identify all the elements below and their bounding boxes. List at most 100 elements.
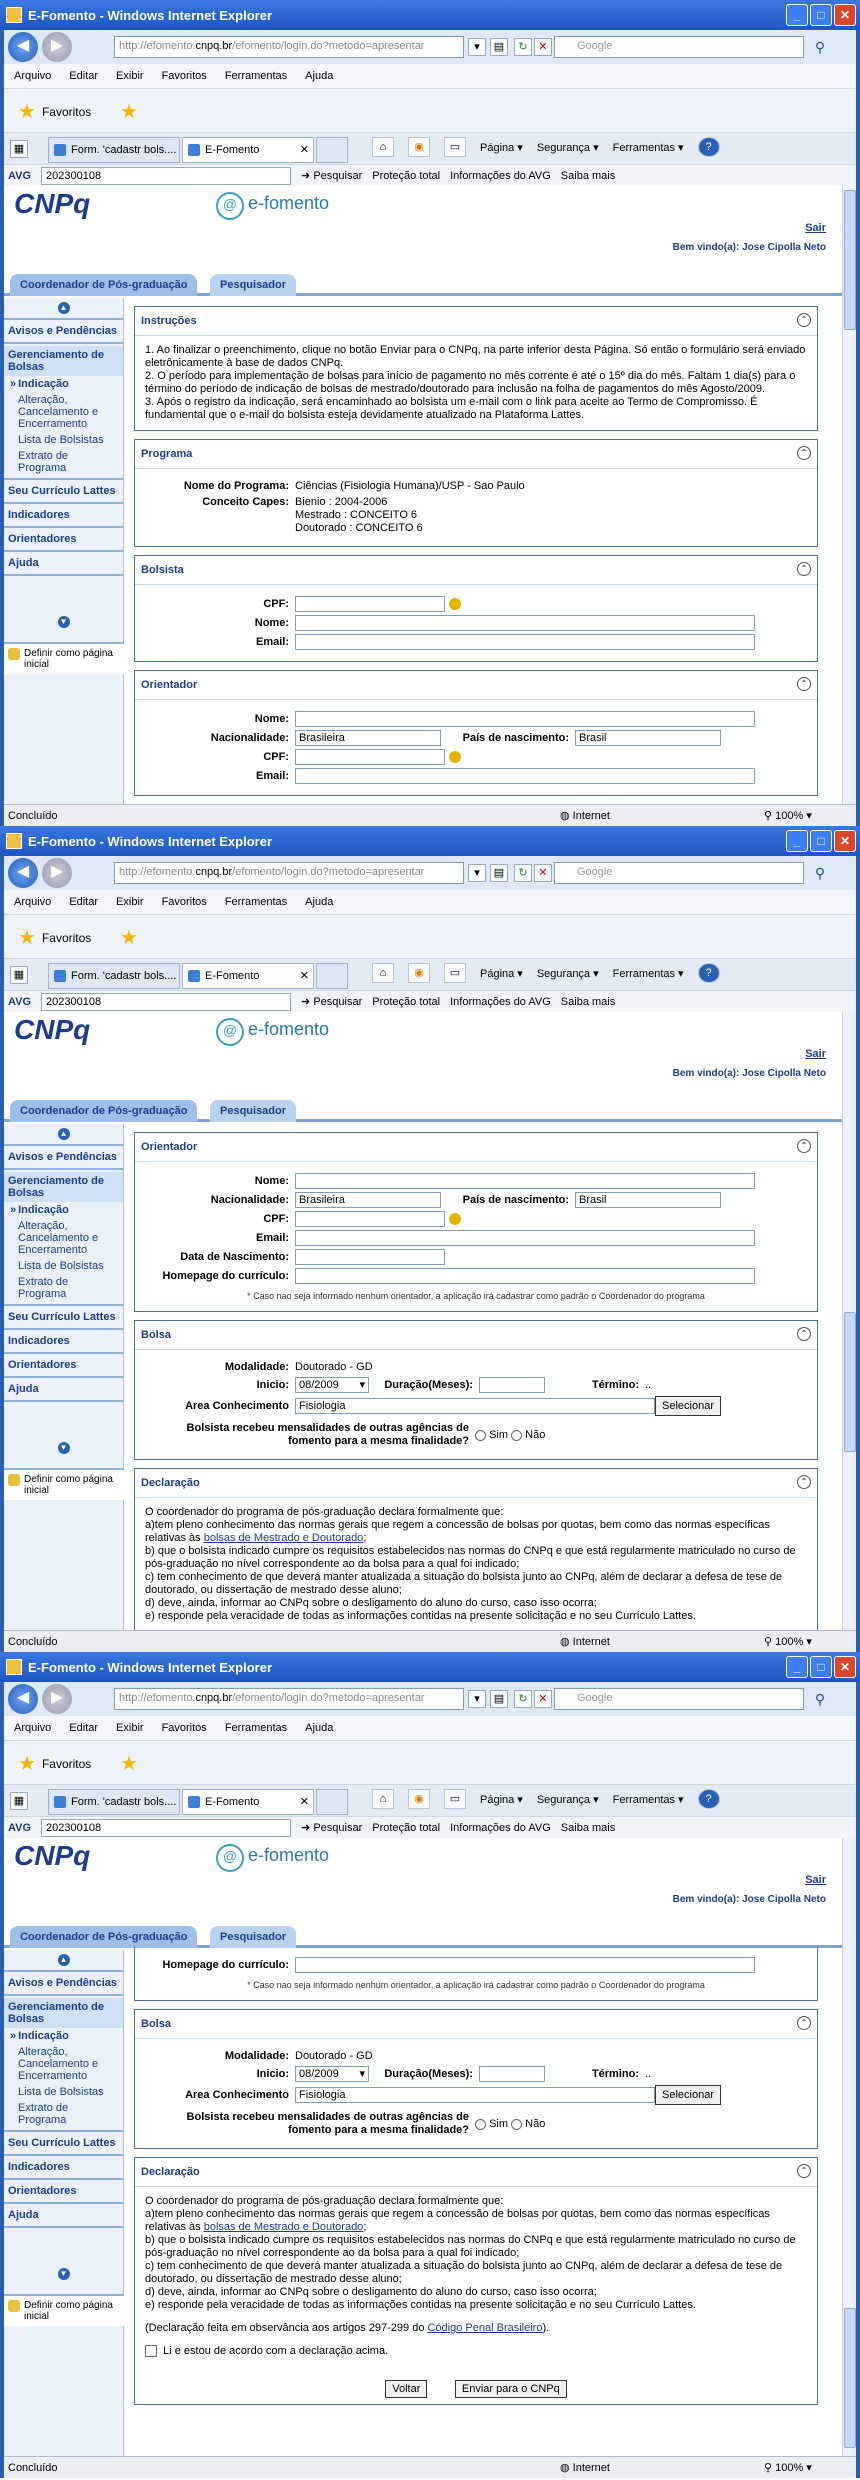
search-icon[interactable]: ⚲: [809, 862, 831, 884]
favorites-button[interactable]: ★ Favoritos: [18, 1751, 91, 1776]
collapse-down-icon[interactable]: ▼: [57, 2268, 70, 2280]
sidebar-item-indicacao[interactable]: Indicação: [4, 376, 123, 392]
sidebar-item-orientadores[interactable]: Orientadores: [4, 1356, 123, 1374]
bolsista-nome-input[interactable]: [295, 615, 755, 631]
avg-protecao-button[interactable]: Proteção total: [372, 170, 440, 182]
orientador-email-input[interactable]: [295, 768, 755, 784]
menu-ferramentas[interactable]: Ferramentas: [225, 1722, 287, 1734]
menu-favoritos[interactable]: Favoritos: [162, 1722, 207, 1734]
menu-editar[interactable]: Editar: [69, 896, 98, 908]
forward-button[interactable]: ▶: [42, 1684, 72, 1714]
duracao-input[interactable]: [479, 1377, 545, 1393]
zoom-control[interactable]: ⚲ 100% ▾: [764, 1635, 812, 1648]
menu-ferramentas-tb[interactable]: Ferramentas ▾: [613, 141, 684, 154]
refresh-icon[interactable]: ↻: [514, 864, 532, 882]
collapse-down-icon[interactable]: ▼: [57, 1442, 70, 1454]
sidebar-item-lista[interactable]: Lista de Bolsistas: [4, 1258, 123, 1274]
tab-efomento[interactable]: E-Fomento ✕: [182, 1789, 314, 1815]
logout-link[interactable]: Sair: [805, 1874, 826, 1886]
stop-icon[interactable]: ✕: [534, 38, 552, 56]
menu-arquivo[interactable]: Arquivo: [14, 70, 51, 82]
dropdown-icon[interactable]: ▾: [468, 1690, 486, 1708]
sidebar-item-curriculo[interactable]: Seu Currículo Lattes: [4, 2134, 123, 2152]
minimize-button[interactable]: _: [786, 1656, 808, 1678]
menu-ajuda[interactable]: Ajuda: [305, 1722, 333, 1734]
area-input[interactable]: Fisiologia: [295, 2087, 655, 2103]
stop-icon[interactable]: ✕: [534, 1690, 552, 1708]
menu-ajuda[interactable]: Ajuda: [305, 896, 333, 908]
collapse-down-icon[interactable]: ▼: [57, 616, 70, 628]
sidebar-item-alteracao[interactable]: Alteração, Cancelamento e Encerramento: [4, 1218, 123, 1258]
sidebar-item-extrato[interactable]: Extrato de Programa: [4, 1274, 123, 1302]
menu-ajuda[interactable]: Ajuda: [305, 70, 333, 82]
sidebar-item-avisos[interactable]: Avisos e Pendências: [4, 1148, 123, 1166]
print-icon[interactable]: ▭: [444, 963, 466, 983]
minimize-button[interactable]: _: [786, 4, 808, 26]
close-tab-icon[interactable]: ✕: [300, 969, 309, 982]
zoom-control[interactable]: ⚲ 100% ▾: [764, 2461, 812, 2474]
tab-pesquisador[interactable]: Pesquisador: [210, 1100, 297, 1122]
forward-button[interactable]: ▶: [42, 858, 72, 888]
radio-nao[interactable]: [511, 1429, 523, 1441]
avg-pesquisar-button[interactable]: ➜ Pesquisar: [301, 1821, 362, 1834]
menu-pagina[interactable]: Página ▾: [480, 967, 523, 980]
set-homepage-link[interactable]: Definir como página inicial: [4, 2294, 124, 2326]
forward-button[interactable]: ▶: [42, 32, 72, 62]
refresh-icon[interactable]: ↻: [514, 38, 532, 56]
radio-nao[interactable]: [511, 2118, 523, 2130]
bolsista-cpf-input[interactable]: [295, 596, 445, 612]
tab-form-cadastr[interactable]: Form. 'cadastr bols....: [48, 963, 180, 989]
collapse-icon[interactable]: ⌃: [797, 313, 811, 327]
vertical-scrollbar[interactable]: [842, 1012, 856, 1630]
collapse-up-icon[interactable]: ▲: [57, 1128, 70, 1140]
menu-seguranca[interactable]: Segurança ▾: [537, 967, 599, 980]
voltar-button[interactable]: Voltar: [385, 2380, 428, 2398]
search-input[interactable]: Google: [554, 36, 804, 58]
tab-efomento[interactable]: E-Fomento ✕: [182, 137, 314, 163]
avg-search-input[interactable]: 202300108: [41, 1818, 292, 1837]
print-icon[interactable]: ▭: [444, 137, 466, 157]
search-input[interactable]: Google: [554, 1688, 804, 1710]
sidebar-item-extrato[interactable]: Extrato de Programa: [4, 2100, 123, 2128]
compat-icon[interactable]: ▤: [490, 38, 508, 56]
address-input[interactable]: http://efomento.cnpq.br/efomento/login.d…: [114, 1688, 464, 1710]
close-button[interactable]: ✕: [834, 1656, 856, 1678]
tab-pesquisador[interactable]: Pesquisador: [210, 1926, 297, 1948]
sidebar-item-ajuda[interactable]: Ajuda: [4, 2206, 123, 2224]
sidebar-item-orientadores[interactable]: Orientadores: [4, 2182, 123, 2200]
radio-sim[interactable]: [475, 1429, 486, 1441]
logout-link[interactable]: Sair: [805, 1048, 826, 1060]
sidebar-item-curriculo[interactable]: Seu Currículo Lattes: [4, 482, 123, 500]
rss-icon[interactable]: ◉: [408, 137, 430, 157]
sidebar-item-ajuda[interactable]: Ajuda: [4, 1380, 123, 1398]
print-icon[interactable]: ▭: [444, 1789, 466, 1809]
sidebar-item-alteracao[interactable]: Alteração, Cancelamento e Encerramento: [4, 2044, 123, 2084]
address-input[interactable]: http://efomento.cnpq.br/efomento/login.d…: [114, 862, 464, 884]
search-icon[interactable]: ⚲: [809, 36, 831, 58]
collapse-icon[interactable]: ⌃: [797, 2164, 811, 2178]
avg-info-button[interactable]: Informações do AVG: [450, 1822, 551, 1834]
collapse-icon[interactable]: ⌃: [797, 1327, 811, 1341]
tab-form-cadastr[interactable]: Form. 'cadastr bols....: [48, 1789, 180, 1815]
rss-icon[interactable]: ◉: [408, 963, 430, 983]
selecionar-button[interactable]: Selecionar: [655, 1396, 721, 1416]
tab-coordenador[interactable]: Coordenador de Pós-graduação: [10, 1926, 198, 1948]
menu-exibir[interactable]: Exibir: [116, 1722, 144, 1734]
sidebar-item-gerenciamento[interactable]: Gerenciamento de Bolsas: [4, 1172, 123, 1202]
sidebar-item-indicacao[interactable]: Indicação: [4, 1202, 123, 1218]
collapse-up-icon[interactable]: ▲: [57, 302, 70, 314]
menu-pagina[interactable]: Página ▾: [480, 1793, 523, 1806]
avg-saiba-button[interactable]: Saiba mais: [561, 996, 615, 1008]
menu-arquivo[interactable]: Arquivo: [14, 896, 51, 908]
codigo-penal-link[interactable]: Código Penal Brasileiro: [428, 2322, 543, 2334]
vertical-scrollbar[interactable]: [842, 186, 856, 804]
zoom-control[interactable]: ⚲ 100% ▾: [764, 809, 812, 822]
sidebar-item-gerenciamento[interactable]: Gerenciamento de Bolsas: [4, 1998, 123, 2028]
dropdown-icon[interactable]: ▾: [468, 38, 486, 56]
maximize-button[interactable]: □: [810, 4, 832, 26]
logout-link[interactable]: Sair: [805, 222, 826, 234]
stop-icon[interactable]: ✕: [534, 864, 552, 882]
sidebar-item-orientadores[interactable]: Orientadores: [4, 530, 123, 548]
sidebar-item-lista[interactable]: Lista de Bolsistas: [4, 432, 123, 448]
area-input[interactable]: Fisiologia: [295, 1398, 655, 1414]
